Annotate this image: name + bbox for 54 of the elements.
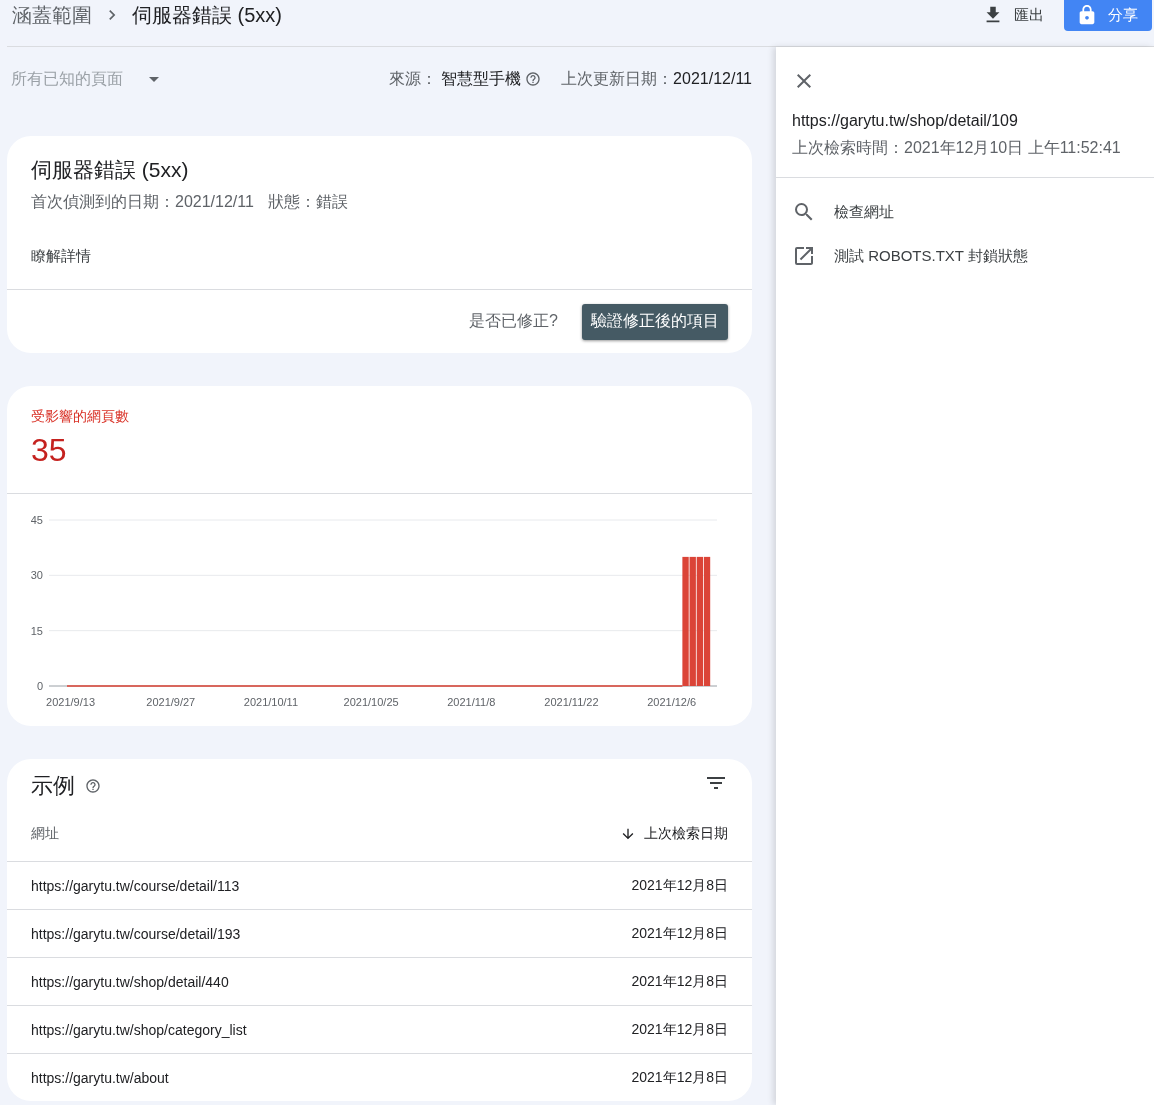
updated-label: 上次更新日期： xyxy=(561,68,674,89)
date-cell: 2021年12月8日 xyxy=(631,1020,728,1039)
source-value: 智慧型手機 xyxy=(441,68,522,89)
url-cell: https://garytu.tw/about xyxy=(31,1069,169,1086)
breadcrumb-link[interactable]: 涵蓋範圍 xyxy=(12,1,92,29)
date-cell: 2021年12月8日 xyxy=(631,972,728,991)
validate-fix-button[interactable]: 驗證修正後的項目 xyxy=(582,303,728,340)
first-detected-text: 首次偵測到的日期：2021/12/11 xyxy=(31,192,254,212)
share-button[interactable]: 分享 xyxy=(1064,0,1152,31)
dropdown-caret-icon xyxy=(149,76,159,82)
axis-label: 2021/11/22 xyxy=(544,696,599,708)
export-button[interactable]: 匯出 xyxy=(982,4,1044,26)
axis-label: 2021/11/8 xyxy=(447,696,496,708)
axis-label: 45 xyxy=(30,514,43,526)
date-cell: 2021年12月8日 xyxy=(631,1068,728,1087)
help-icon xyxy=(525,71,542,87)
table-row[interactable]: https://garytu.tw/course/detail/193 2021年12月8日 xyxy=(7,909,752,957)
axis-label: 2021/10/11 xyxy=(243,696,299,708)
fixed-question: 是否已修正? xyxy=(469,311,558,331)
date-cell: 2021年12月8日 xyxy=(631,924,728,943)
source-label: 來源： xyxy=(389,68,438,89)
url-cell: https://garytu.tw/shop/detail/440 xyxy=(31,973,229,990)
axis-label: 2021/12/6 xyxy=(647,696,697,708)
axis-label: 15 xyxy=(30,624,43,637)
metric-label: 受影響的網頁數 xyxy=(31,408,130,426)
axis-label: 2021/9/27 xyxy=(146,696,196,708)
axis-label: 30 xyxy=(30,569,43,582)
date-cell: 2021年12月8日 xyxy=(631,876,728,895)
updated-value: 2021/12/11 xyxy=(673,70,752,88)
page-title: 伺服器錯誤 (5xx) xyxy=(132,2,282,28)
axis-label: 2021/9/13 xyxy=(46,696,96,708)
panel-action[interactable]: 檢查網址 xyxy=(776,190,910,234)
learn-more-link[interactable]: 瞭解詳情 xyxy=(31,246,91,266)
column-header: 網址 xyxy=(31,825,59,843)
status-text: 狀態：錯誤 xyxy=(267,192,348,212)
examples-title: 示例 xyxy=(31,772,75,800)
url-cell: https://garytu.tw/course/detail/113 xyxy=(31,877,240,894)
table-row[interactable]: https://garytu.tw/about 2021年12月8日 xyxy=(7,1053,752,1101)
help-icon xyxy=(85,778,101,794)
arrow-down-icon xyxy=(620,826,636,842)
url-cell: https://garytu.tw/shop/category_list xyxy=(31,1021,247,1038)
table-row[interactable]: https://garytu.tw/shop/detail/440 2021年12月8日 xyxy=(7,957,752,1005)
url-cell: https://garytu.tw/course/detail/193 xyxy=(31,925,241,942)
axis-label: 0 xyxy=(36,680,43,692)
panel-action[interactable]: 測試 ROBOTS.TXT 封鎖狀態 xyxy=(776,234,1044,278)
issue-title: 伺服器錯誤 (5xx) xyxy=(31,157,190,183)
crawl-time-text: 上次檢索時間：2021年12月10日 上午11:52:41 xyxy=(792,138,1122,158)
sort-column-header[interactable]: 上次檢索日期 xyxy=(620,825,728,843)
table-row[interactable]: https://garytu.tw/course/detail/113 2021年12月8日 xyxy=(7,861,752,909)
open-external-icon xyxy=(792,244,816,268)
metric-value: 35 xyxy=(31,432,68,469)
table-row[interactable]: https://garytu.tw/shop/category_list 2021年12月8日 xyxy=(7,1005,752,1053)
detail-url: https://garytu.tw/shop/detail/109 xyxy=(792,112,1019,130)
axis-label: 2021/10/25 xyxy=(343,696,399,708)
